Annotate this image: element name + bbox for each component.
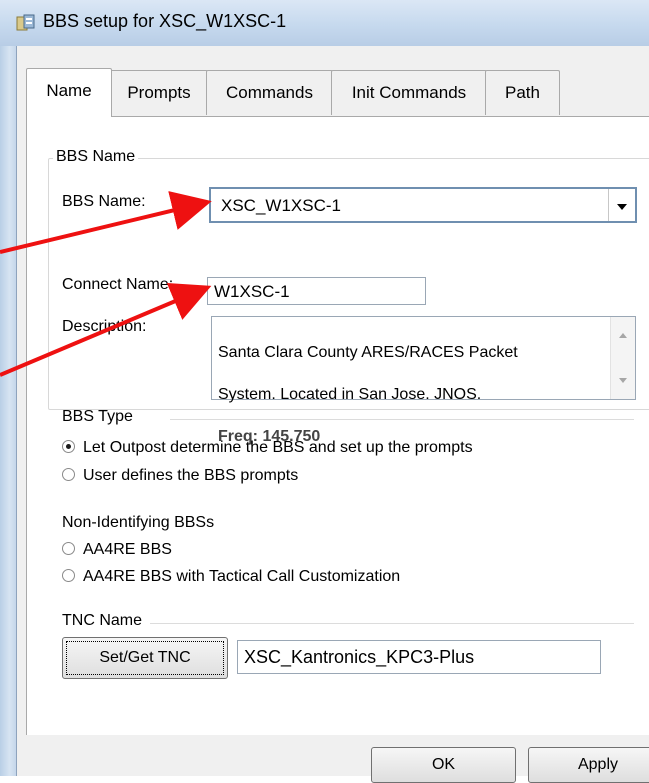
bbs-name-combobox[interactable]: XSC_W1XSC-1 [209, 187, 637, 223]
radio-user-defines[interactable]: User defines the BBS prompts [62, 467, 298, 485]
bbs-type-separator [170, 419, 634, 420]
radio-unchecked-icon[interactable] [62, 542, 75, 555]
bbs-name-label: BBS Name: [62, 193, 146, 210]
window-left-border [0, 0, 16, 776]
tnc-name-input[interactable]: XSC_Kantronics_KPC3-Plus [237, 640, 601, 674]
tnc-separator [150, 623, 634, 624]
non-identifying-title: Non-Identifying BBSs [62, 514, 215, 531]
focus-rectangle [66, 641, 224, 675]
radio-checked-icon[interactable] [62, 440, 75, 453]
tnc-name-title: TNC Name [62, 612, 143, 629]
description-textarea[interactable]: Santa Clara County ARES/RACES Packet Sys… [211, 316, 636, 445]
radio-user-defines-label: User defines the BBS prompts [83, 467, 299, 484]
tab-commands[interactable]: Commands [206, 70, 333, 115]
bbs-name-group-title: BBS Name [53, 148, 139, 166]
description-line-2: System. Located in San Jose. JNOS. [218, 386, 482, 403]
scroll-up-icon[interactable] [619, 333, 627, 338]
radio-aa4re[interactable]: AA4RE BBS [62, 541, 172, 559]
tab-prompts[interactable]: Prompts [110, 70, 208, 115]
chevron-down-icon[interactable] [608, 189, 635, 221]
radio-aa4re-tactical[interactable]: AA4RE BBS with Tactical Call Customizati… [62, 568, 400, 586]
connect-name-label: Connect Name: [62, 276, 174, 293]
description-line-1: Santa Clara County ARES/RACES Packet [218, 344, 518, 361]
ok-button[interactable]: OK [371, 747, 516, 783]
tab-path[interactable]: Path [485, 70, 560, 115]
description-label: Description: [62, 318, 147, 335]
tab-init-commands[interactable]: Init Commands [331, 70, 487, 115]
scroll-down-icon[interactable] [619, 378, 627, 383]
bbs-type-title: BBS Type [62, 408, 133, 425]
radio-unchecked-icon[interactable] [62, 468, 75, 481]
connect-name-input[interactable]: W1XSC-1 [207, 277, 426, 305]
radio-unchecked-icon[interactable] [62, 569, 75, 582]
description-scrollbar[interactable] [610, 317, 635, 399]
set-get-tnc-button[interactable]: Set/Get TNC [62, 637, 228, 679]
title-bar[interactable]: BBS setup for XSC_W1XSC-1 [0, 0, 649, 46]
window-title: BBS setup for XSC_W1XSC-1 [43, 11, 287, 31]
radio-aa4re-tactical-label: AA4RE BBS with Tactical Call Customizati… [83, 568, 401, 585]
tab-name[interactable]: Name [26, 68, 112, 117]
apply-button[interactable]: Apply [528, 747, 649, 783]
radio-aa4re-label: AA4RE BBS [83, 541, 172, 558]
bbs-name-value: XSC_W1XSC-1 [221, 196, 341, 215]
radio-let-outpost[interactable]: Let Outpost determine the BBS and set up… [62, 439, 473, 457]
app-icon [16, 14, 36, 32]
radio-let-outpost-label: Let Outpost determine the BBS and set up… [83, 439, 473, 456]
